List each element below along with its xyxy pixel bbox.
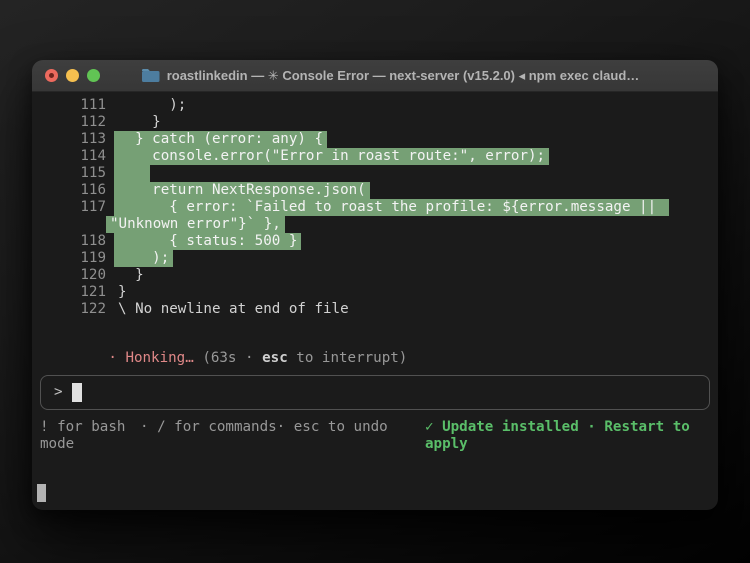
text-cursor [72, 383, 82, 402]
spinner-elapsed: (63s · [202, 350, 262, 366]
code-line-text: ); [114, 250, 173, 267]
code-line: 113 } catch (error: any) { [40, 131, 710, 148]
line-number: 118 [40, 233, 118, 250]
status-spinner-line: · Honking… (63s · esc to interrupt) [40, 333, 710, 350]
line-number: 112 [40, 114, 118, 131]
spinner-label: Honking… [125, 350, 202, 366]
code-line-text: return NextResponse.json( [114, 182, 370, 199]
line-number: 122 [40, 301, 118, 318]
line-number: 119 [40, 250, 118, 267]
window-titlebar[interactable]: roastlinkedin — ✳ Console Error — next-s… [32, 60, 718, 92]
code-line: 114 console.error("Error in roast route:… [40, 148, 710, 165]
spinner-icon: · [108, 350, 125, 366]
code-line-text: { status: 500 } [114, 233, 301, 250]
status-bar: ! for bash mode · / for commands· esc to… [40, 419, 710, 453]
code-line-text: } [114, 267, 148, 284]
code-diff-view: 111 ); 112 } 113 } catch (error: any) { … [40, 97, 710, 318]
code-line-text: console.error("Error in roast route:", e… [114, 148, 549, 165]
code-line-text [114, 165, 150, 182]
line-number: 111 [40, 97, 118, 114]
code-line-text: } catch (error: any) { [114, 131, 327, 148]
desktop-background: roastlinkedin — ✳ Console Error — next-s… [0, 0, 750, 563]
esc-key-hint: esc [262, 350, 288, 366]
line-number: 115 [40, 165, 118, 182]
bash-mode-hint: ! for bash mode [40, 419, 140, 453]
code-line-text: { error: `Failed to roast the profile: $… [114, 199, 669, 216]
code-line: 111 ); [40, 97, 710, 114]
line-number: 114 [40, 148, 118, 165]
code-line: "Unknown error"}` }, [40, 216, 710, 233]
code-line: 121 } [40, 284, 710, 301]
code-line-text: } [114, 284, 131, 301]
update-installed-notice: ✓ Update installed · Restart to apply [425, 419, 700, 453]
interrupt-hint: to interrupt) [288, 350, 408, 366]
line-number: 113 [40, 131, 118, 148]
code-line: 118 { status: 500 } [40, 233, 710, 250]
code-line: 116 return NextResponse.json( [40, 182, 710, 199]
line-number: 121 [40, 284, 118, 301]
code-line-text: } [114, 114, 165, 131]
folder-icon [141, 68, 160, 83]
code-line-text: \ No newline at end of file [114, 301, 353, 318]
prompt-symbol: > [54, 384, 63, 401]
line-number: 117 [40, 199, 118, 216]
terminal-block-cursor [37, 484, 46, 502]
terminal-window: roastlinkedin — ✳ Console Error — next-s… [32, 60, 718, 510]
code-line: 119 ); [40, 250, 710, 267]
close-button[interactable] [45, 69, 58, 82]
code-line-text: ); [114, 97, 190, 114]
window-title-text: roastlinkedin — ✳ Console Error — next-s… [167, 68, 640, 84]
code-line: 120 } [40, 267, 710, 284]
line-number: 116 [40, 182, 118, 199]
code-line: 115 [40, 165, 710, 182]
code-line: 122 \ No newline at end of file [40, 301, 710, 318]
terminal-content: 111 ); 112 } 113 } catch (error: any) { … [32, 92, 718, 453]
code-line-text: "Unknown error"}` }, [106, 216, 285, 233]
line-number: 120 [40, 267, 118, 284]
prompt-input[interactable]: > [40, 375, 710, 410]
code-line: 112 } [40, 114, 710, 131]
commands-hint: · / for commands· esc to undo [140, 419, 425, 436]
code-line: 117 { error: `Failed to roast the profil… [40, 199, 710, 216]
window-title: roastlinkedin — ✳ Console Error — next-s… [72, 60, 708, 91]
